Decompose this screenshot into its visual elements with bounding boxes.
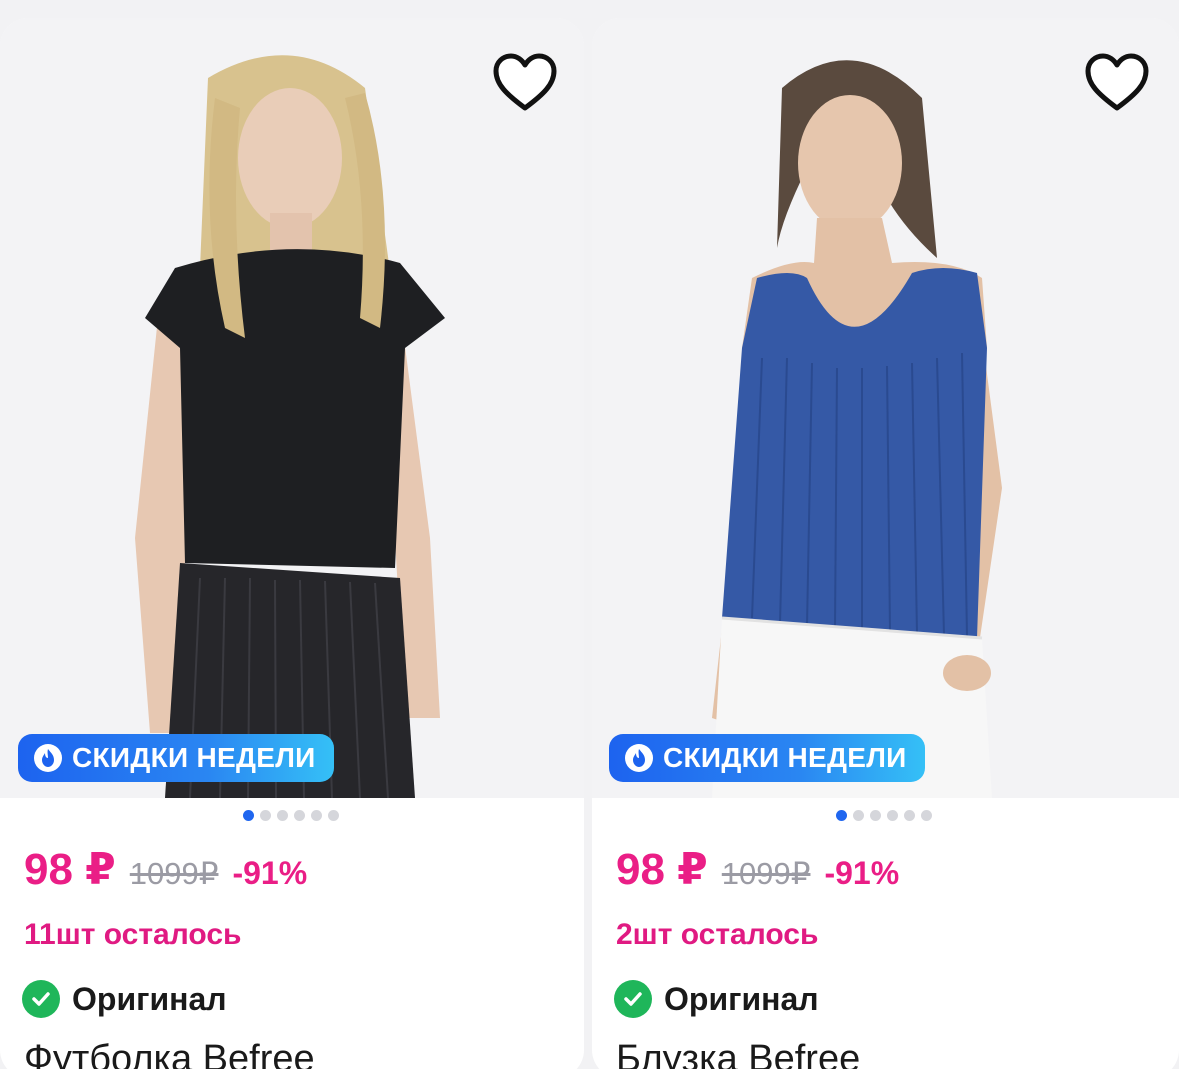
weekly-deals-badge: СКИДКИ НЕДЕЛИ [609,734,925,782]
pagination-dot[interactable] [294,810,305,821]
original-label: Оригинал [614,980,819,1018]
price-row: 98 ₽ 1099₽ -91% [24,844,307,895]
stock-left: 11шт осталось [24,918,242,951]
old-price: 1099₽ [129,856,219,891]
original-label: Оригинал [22,980,227,1018]
pagination-dot[interactable] [277,810,288,821]
check-circle-icon [614,980,652,1018]
heart-outline-icon [1085,53,1149,111]
pagination-dot-active[interactable] [836,810,847,821]
product-photo[interactable] [592,18,1179,798]
pagination-dot[interactable] [311,810,322,821]
original-text: Оригинал [664,980,819,1017]
old-price: 1099₽ [721,856,811,891]
model-image [592,18,1179,798]
image-pagination[interactable] [836,810,932,821]
current-price: 98 ₽ [24,845,116,894]
original-text: Оригинал [72,980,227,1017]
pagination-dot[interactable] [921,810,932,821]
pagination-dot[interactable] [870,810,881,821]
pagination-dot[interactable] [260,810,271,821]
favorite-button[interactable] [490,48,560,118]
heart-outline-icon [493,53,557,111]
check-circle-icon [22,980,60,1018]
model-image [0,18,584,798]
product-card-1[interactable]: СКИДКИ НЕДЕЛИ 98 ₽ 1099₽ -91% 11шт остал… [0,18,584,1069]
flame-icon [32,742,64,774]
product-card-2[interactable]: СКИДКИ НЕДЕЛИ 98 ₽ 1099₽ -91% 2шт остало… [592,18,1179,1069]
discount-percent: -91% [232,855,308,891]
flame-icon [623,742,655,774]
pagination-dot[interactable] [887,810,898,821]
image-pagination[interactable] [243,810,339,821]
favorite-button[interactable] [1082,48,1152,118]
pagination-dot[interactable] [853,810,864,821]
product-grid: СКИДКИ НЕДЕЛИ 98 ₽ 1099₽ -91% 11шт остал… [0,0,1179,1069]
pagination-dot[interactable] [904,810,915,821]
stock-left: 2шт осталось [616,918,819,951]
current-price: 98 ₽ [616,845,708,894]
product-photo[interactable] [0,18,584,798]
badge-label: СКИДКИ НЕДЕЛИ [663,742,907,773]
discount-percent: -91% [824,855,900,891]
product-title[interactable]: Блузка Befree [616,1038,860,1069]
product-title[interactable]: Футболка Befree [24,1038,315,1069]
weekly-deals-badge: СКИДКИ НЕДЕЛИ [18,734,334,782]
price-row: 98 ₽ 1099₽ -91% [616,844,899,895]
badge-label: СКИДКИ НЕДЕЛИ [72,742,316,773]
pagination-dot[interactable] [328,810,339,821]
pagination-dot-active[interactable] [243,810,254,821]
